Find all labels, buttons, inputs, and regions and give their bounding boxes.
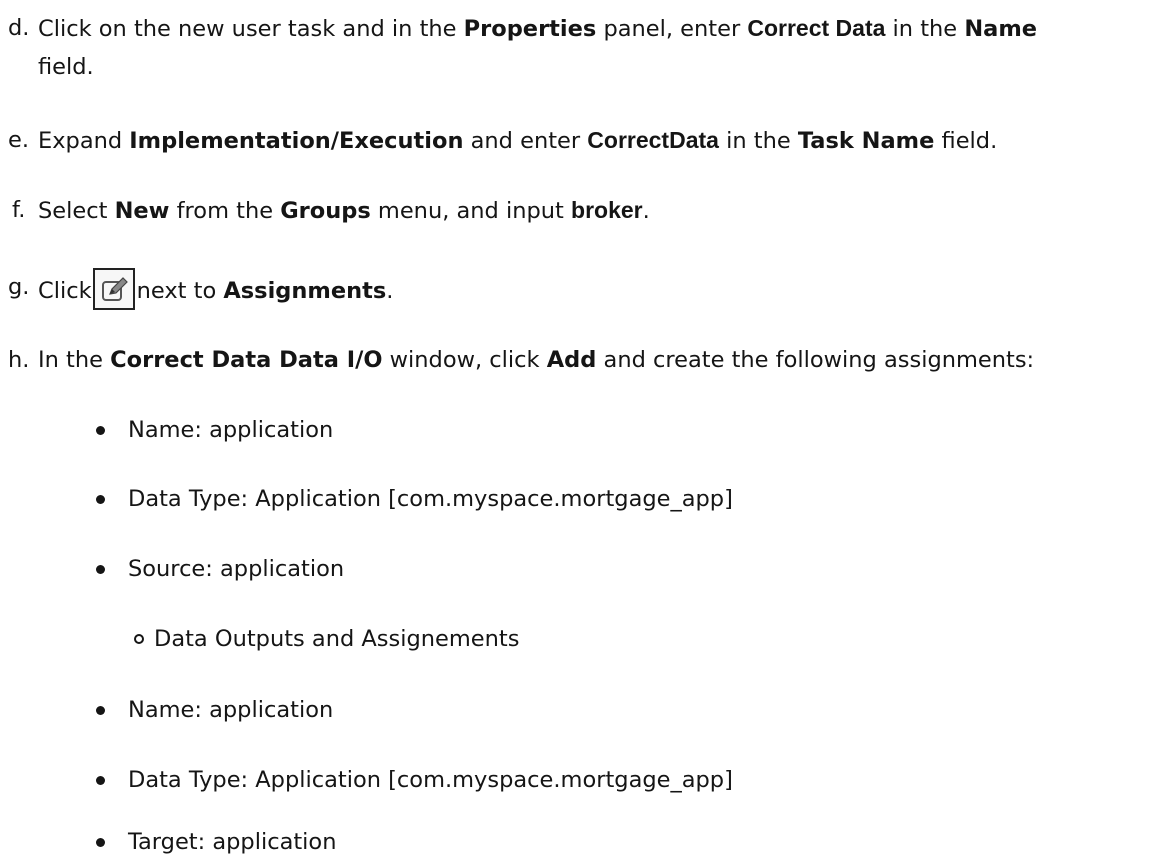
- list-item-text: Source: application: [128, 556, 345, 582]
- step-text: in the: [718, 128, 798, 154]
- step-text: In the: [38, 347, 111, 373]
- step-text: panel, enter: [596, 16, 748, 42]
- name-field-label: Name: [964, 16, 1038, 42]
- bullet-icon: [96, 776, 105, 785]
- edit-icon: [92, 268, 135, 310]
- step-text: field.: [934, 128, 998, 154]
- step-text: Expand: [38, 128, 130, 154]
- bullet-icon: [96, 565, 105, 574]
- implementation-execution-label: Implementation/Execution: [129, 128, 464, 154]
- sub-list-item-text: Data Outputs and Assignements: [154, 626, 520, 652]
- list-item-text: Name: application: [128, 417, 334, 443]
- step-text: from the: [169, 198, 281, 224]
- bullet-icon: [96, 838, 105, 847]
- properties-label: Properties: [463, 16, 597, 42]
- step-text: window, click: [382, 347, 547, 373]
- new-label: New: [114, 198, 170, 224]
- circle-bullet-icon: [134, 634, 144, 644]
- list-item-text: Data Type: Application [com.myspace.mort…: [128, 486, 733, 512]
- groups-label: Groups: [280, 198, 371, 224]
- bullet-icon: [96, 706, 105, 715]
- list-item-text: Target: application: [128, 829, 337, 855]
- list-item-text: Name: application: [128, 697, 334, 723]
- step-text: Select: [38, 198, 115, 224]
- step-text: and enter: [463, 128, 588, 154]
- step-text: .: [642, 198, 650, 224]
- bullet-icon: [96, 495, 105, 504]
- step-text: .: [386, 278, 394, 304]
- correctdata-value: CorrectData: [587, 127, 719, 153]
- step-text: and create the following assignments:: [596, 347, 1035, 373]
- bullet-icon: [96, 426, 105, 435]
- list-item-text: Data Type: Application [com.myspace.mort…: [128, 767, 733, 793]
- step-text: Click on the new user task and in the: [38, 16, 464, 42]
- correct-data-value: Correct Data: [747, 15, 886, 41]
- step-text: field.: [38, 54, 94, 80]
- step-text: Click: [38, 278, 92, 304]
- broker-value: broker: [571, 197, 643, 223]
- data-io-window-label: Correct Data Data I/O: [110, 347, 383, 373]
- assignments-label: Assignments: [223, 278, 387, 304]
- step-text: menu, and input: [370, 198, 572, 224]
- add-label: Add: [546, 347, 597, 373]
- step-text: in the: [885, 16, 965, 42]
- document: d. Click on the new user task and in the…: [0, 0, 1159, 856]
- task-name-label: Task Name: [797, 128, 935, 154]
- step-text: next to: [136, 278, 224, 304]
